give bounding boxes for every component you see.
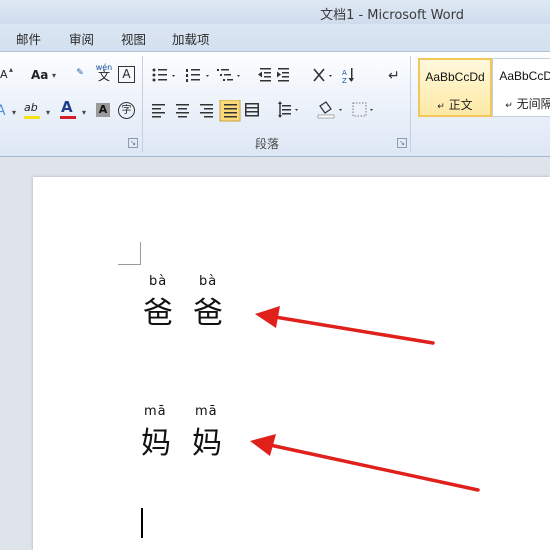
arrow-icon (255, 306, 435, 345)
arrow-icon (250, 434, 480, 492)
annotation-arrows (250, 306, 480, 492)
